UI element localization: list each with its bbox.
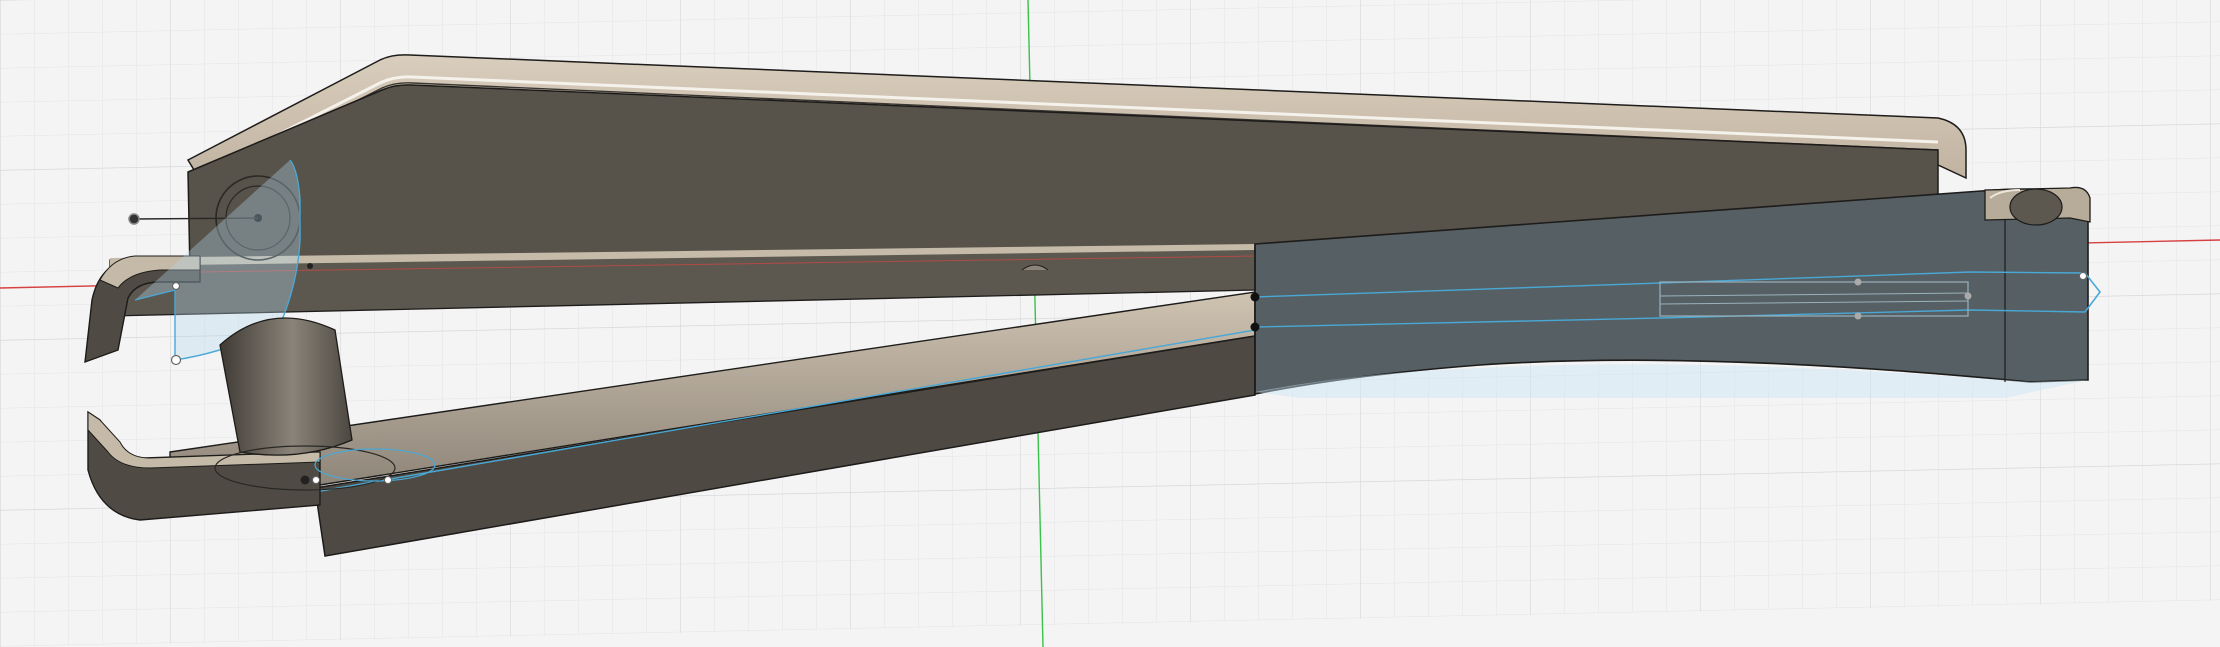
hinge-peg[interactable] xyxy=(219,317,353,456)
sketch-point-icon[interactable] xyxy=(300,475,310,485)
sketch-point-icon[interactable] xyxy=(1964,292,1972,300)
sketch-point-icon[interactable] xyxy=(384,476,392,484)
sketch-point-icon[interactable] xyxy=(171,281,181,291)
sketch-point-icon[interactable] xyxy=(128,213,140,225)
right-hook-loop[interactable] xyxy=(1984,186,2091,226)
cad-viewport[interactable] xyxy=(0,0,2220,647)
sketch-point-icon[interactable] xyxy=(1250,292,1260,302)
sketch-point-icon[interactable] xyxy=(2079,272,2087,280)
sketch-point-icon[interactable] xyxy=(1854,278,1862,286)
sketch-point-icon[interactable] xyxy=(1854,312,1862,320)
sketch-point-icon[interactable] xyxy=(170,354,182,366)
sketch-point-icon[interactable] xyxy=(1250,322,1260,332)
sketch-point-icon[interactable] xyxy=(307,263,313,269)
sketch-point-icon[interactable] xyxy=(312,476,320,484)
